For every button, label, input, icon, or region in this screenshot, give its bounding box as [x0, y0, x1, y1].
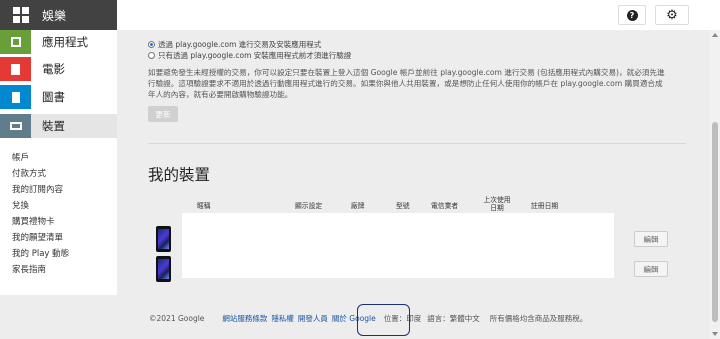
auth-option-install-only[interactable]: 只有透過 play.google.com 安裝應用程式前才須進行驗證 [148, 50, 351, 61]
phone-icon [156, 256, 171, 282]
sidebar-link-gift-card[interactable]: 購買禮物卡 [12, 215, 55, 227]
copyright: ©2021 Google [149, 314, 205, 323]
sidebar-link-redeem[interactable]: 兌換 [12, 199, 29, 211]
auth-option-label: 只有透過 play.google.com 安裝應用程式前才須進行驗證 [158, 51, 352, 60]
sidebar: 應用程式 電影 圖書 裝置 帳戶 付款方式 我的訂閱內容 兌換 購買禮物卡 我的… [0, 30, 117, 295]
device-table-body [182, 213, 614, 278]
footer-link-privacy[interactable]: 隱私權 [271, 313, 294, 324]
footer-link-terms[interactable]: 網站服務條款 [222, 313, 267, 324]
tax-note: 所有價格均含商品及服務稅。 [489, 314, 588, 323]
column-header-registered: 註冊日期 [531, 202, 559, 210]
language-setting[interactable]: 語言：繁體中文 [427, 313, 480, 324]
column-header-nickname: 暱稱 [197, 202, 211, 210]
sidebar-item-label: 裝置 [42, 119, 65, 133]
column-header-visibility: 顯示設定 [295, 202, 323, 210]
sidebar-item-label: 應用程式 [42, 35, 88, 49]
phone-icon [156, 226, 171, 252]
devices-title: 我的裝置 [148, 166, 211, 184]
sidebar-item-apps[interactable]: 應用程式 [0, 30, 117, 54]
column-header-model: 型號 [396, 202, 410, 210]
section-divider [148, 143, 686, 144]
scrollbar[interactable] [710, 30, 720, 339]
update-button[interactable]: 更新 [148, 106, 178, 122]
radio-unselected-icon[interactable] [148, 52, 155, 59]
help-button[interactable]: ? [618, 5, 646, 25]
scrollbar-thumb[interactable] [712, 122, 718, 322]
sidebar-item-movies[interactable]: 電影 [0, 57, 117, 81]
radio-selected-icon[interactable] [148, 41, 155, 48]
gear-icon: ⚙ [666, 7, 678, 23]
help-circle-icon: ? [626, 9, 638, 21]
column-header-last-used: 上次使用日期 [483, 196, 511, 212]
books-icon [0, 85, 31, 109]
edit-device-button[interactable]: 編輯 [634, 261, 668, 277]
column-header-brand: 廠牌 [351, 202, 365, 210]
column-header-carrier: 電信業者 [431, 202, 459, 210]
scroll-up-icon[interactable] [712, 33, 718, 37]
sidebar-link-subscriptions[interactable]: 我的訂閱內容 [12, 183, 63, 195]
sidebar-link-parent-guide[interactable]: 家長指南 [12, 263, 46, 275]
auth-option-label: 透過 play.google.com 進行交易及安裝應用程式 [158, 40, 322, 49]
sidebar-link-wishlist[interactable]: 我的願望清單 [12, 231, 63, 243]
entertainment-grid-icon [13, 7, 29, 23]
location-highlight-box [357, 304, 410, 336]
devices-icon [0, 114, 31, 138]
edit-device-button[interactable]: 編輯 [634, 231, 668, 247]
entertainment-header[interactable]: 娛樂 [0, 0, 117, 30]
settings-button[interactable]: ⚙ [655, 5, 689, 25]
apps-icon [0, 30, 31, 54]
header-title: 娛樂 [42, 9, 67, 23]
sidebar-link-play-activity[interactable]: 我的 Play 動態 [12, 247, 69, 259]
sidebar-item-devices[interactable]: 裝置 [0, 114, 117, 138]
footer-link-developers[interactable]: 開發人員 [298, 313, 328, 324]
auth-description: 如要避免發生未經授權的交易，你可以設定只要在裝置上登入這個 Google 帳戶並… [148, 68, 665, 99]
movies-icon [0, 57, 31, 81]
sidebar-link-payment[interactable]: 付款方式 [12, 167, 46, 179]
scroll-down-icon[interactable] [712, 332, 718, 336]
sidebar-item-label: 圖書 [42, 90, 65, 104]
sidebar-link-account[interactable]: 帳戶 [12, 151, 29, 163]
top-bar: 娛樂 ? ⚙ [0, 0, 720, 30]
auth-option-always[interactable]: 透過 play.google.com 進行交易及安裝應用程式 [148, 39, 321, 50]
sidebar-item-books[interactable]: 圖書 [0, 85, 117, 109]
main-content: 透過 play.google.com 進行交易及安裝應用程式 只有透過 play… [117, 30, 710, 339]
sidebar-item-label: 電影 [42, 62, 65, 76]
